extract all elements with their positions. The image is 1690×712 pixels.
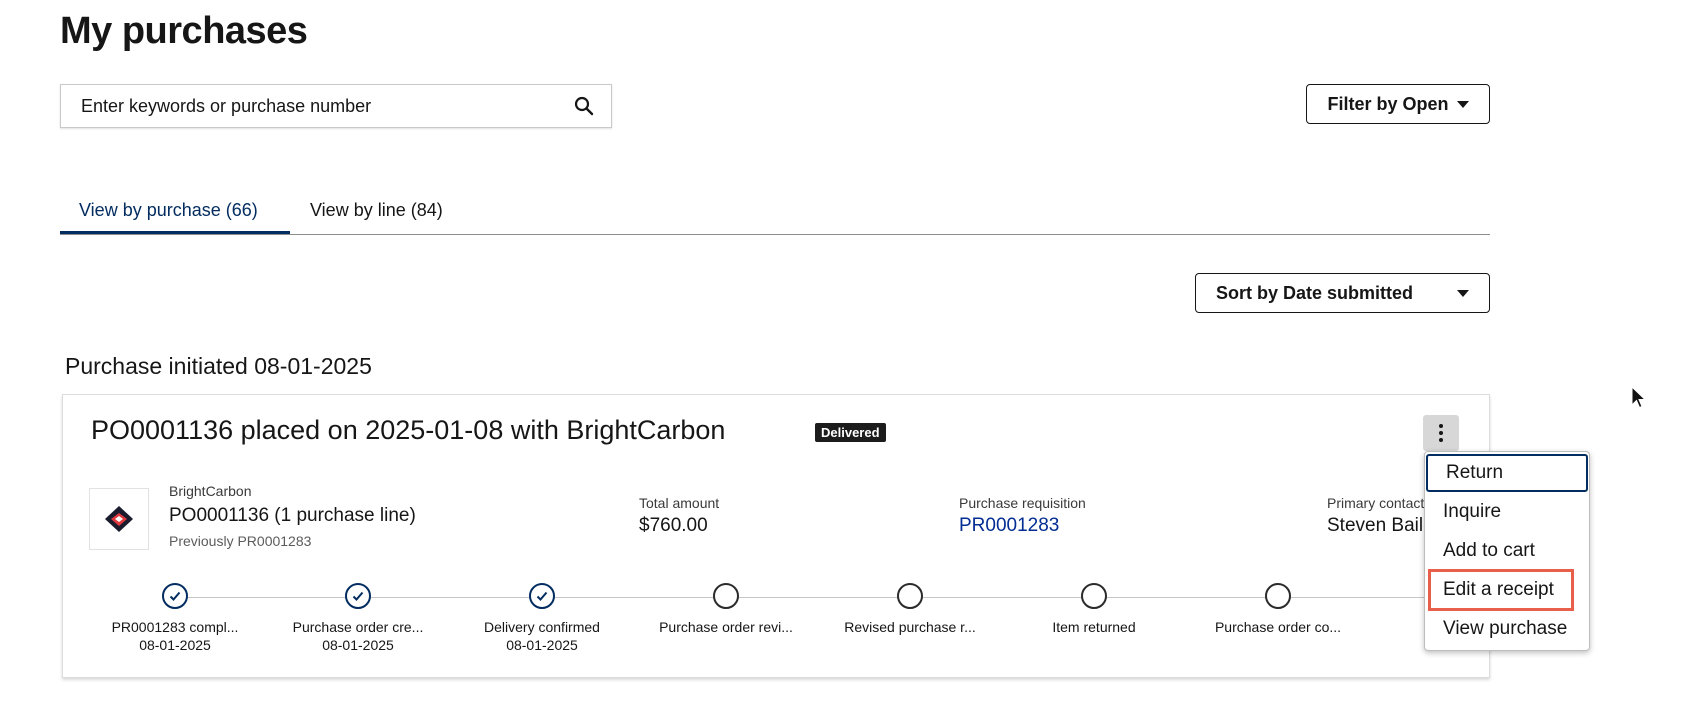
menu-item-return[interactable]: Return [1426,454,1588,492]
primary-contact-value: Steven Bailey [1327,515,1425,536]
filter-button[interactable]: Filter by Open [1306,84,1490,124]
caret-down-icon [1457,289,1469,297]
search-box [60,84,612,128]
actions-menu: Return Inquire Add to cart Edit a receip… [1424,451,1590,651]
step-date: 08-01-2025 [506,637,578,653]
step-label: Revised purchase r... [844,619,976,635]
previous-requisition: Previously PR0001283 [169,533,312,549]
progress-step: PR0001283 compl... 08-01-2025 [80,583,270,653]
search-input[interactable] [61,86,561,126]
more-actions-button[interactable] [1423,415,1459,451]
step-pending-icon [897,583,923,609]
page-title: My purchases [60,10,308,52]
menu-item-add-to-cart[interactable]: Add to cart [1425,532,1589,570]
menu-item-view-purchase[interactable]: View purchase [1425,610,1589,648]
brightcarbon-logo-icon [105,506,133,532]
kebab-dot-icon [1439,438,1443,442]
step-pending-icon [1081,583,1107,609]
step-date: 08-01-2025 [322,637,394,653]
view-tabs: View by purchase (66) View by line (84) [60,196,1490,235]
purchase-card: PO0001136 placed on 2025-01-08 with Brig… [62,394,1490,678]
po-lines: PO0001136 (1 purchase line) [169,505,416,526]
progress-step: Purchase order cre... 08-01-2025 [263,583,453,653]
total-amount-value: $760.00 [639,515,708,536]
step-label: Purchase order co... [1214,619,1342,635]
sort-label: Sort by Date submitted [1216,282,1414,303]
filter-label: Filter by Open [1327,93,1449,114]
menu-item-inquire[interactable]: Inquire [1425,493,1589,531]
progress-step: Purchase order revi... [631,583,821,635]
step-label: Purchase order revi... [659,619,793,635]
kebab-dot-icon [1439,424,1443,428]
step-label: Item returned [1052,619,1136,635]
progress-step: Delivery confirmed 08-01-2025 [447,583,637,653]
step-label: Delivery confirmed [484,619,600,635]
requisition-link[interactable]: PR0001283 [959,515,1059,537]
menu-item-edit-receipt[interactable]: Edit a receipt [1425,571,1589,609]
tab-view-by-line[interactable]: View by line (84) [310,200,443,221]
tab-view-by-purchase[interactable]: View by purchase (66) [79,200,258,221]
progress-step: Purchase order co... [1183,583,1373,635]
step-check-icon [345,583,371,609]
sort-button[interactable]: Sort by Date submitted [1195,273,1490,313]
step-check-icon [162,583,188,609]
step-pending-icon [1265,583,1291,609]
step-pending-icon [713,583,739,609]
vendor-name: BrightCarbon [169,483,252,499]
vendor-logo [89,488,149,550]
kebab-dot-icon [1439,431,1443,435]
requisition-label: Purchase requisition [959,495,1086,511]
search-icon[interactable] [573,95,595,117]
step-date: 08-01-2025 [139,637,211,653]
total-amount-label: Total amount [639,495,720,511]
active-tab-indicator [60,231,290,234]
progress-step: Item returned [999,583,1189,635]
step-label: PR0001283 compl... [111,619,239,635]
mouse-cursor-icon [1631,386,1647,409]
step-check-icon [529,583,555,609]
section-heading: Purchase initiated 08-01-2025 [65,353,372,379]
caret-down-icon [1456,100,1469,108]
progress-step: Revised purchase r... [815,583,1005,635]
status-badge: Delivered [815,423,886,442]
card-title[interactable]: PO0001136 placed on 2025-01-08 with Brig… [91,415,725,446]
step-label: Purchase order cre... [292,619,424,635]
